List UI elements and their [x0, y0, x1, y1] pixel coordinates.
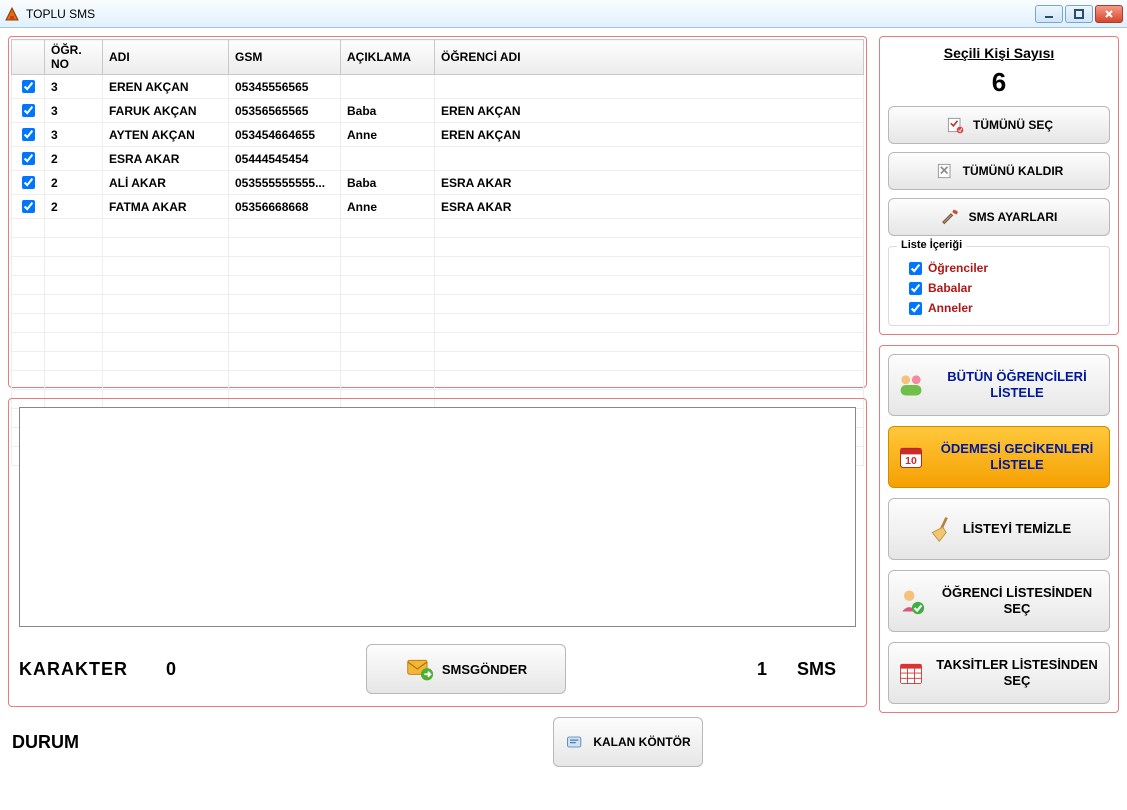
deselect-all-icon: [935, 161, 955, 181]
sms-settings-label: SMS AYARLARI: [969, 210, 1058, 224]
selected-count-value: 6: [888, 67, 1110, 98]
close-button[interactable]: [1095, 5, 1123, 23]
students-checkbox-row[interactable]: Öğrenciler: [909, 261, 1099, 275]
list-late-payments-button[interactable]: 10 ÖDEMESİ GECİKENLERİ LİSTELE: [888, 426, 1110, 488]
calendar-late-icon: 10: [897, 443, 925, 471]
clear-list-button[interactable]: LİSTEYİ TEMİZLE: [888, 498, 1110, 560]
credit-icon: [565, 732, 585, 752]
fathers-checkbox-row[interactable]: Babalar: [909, 281, 1099, 295]
sms-settings-button[interactable]: SMS AYARLARI: [888, 198, 1110, 236]
row-checkbox[interactable]: [22, 104, 35, 117]
select-from-installments-label: TAKSİTLER LİSTESİNDEN SEÇ: [933, 657, 1101, 688]
list-content-legend: Liste İçeriği: [897, 239, 966, 251]
select-from-installments-button[interactable]: TAKSİTLER LİSTESİNDEN SEÇ: [888, 642, 1110, 704]
row-checkbox[interactable]: [22, 200, 35, 213]
table-row[interactable]: 3AYTEN AKÇAN053454664655AnneEREN AKÇAN: [12, 123, 864, 147]
fathers-checkbox[interactable]: [909, 282, 922, 295]
row-checkbox[interactable]: [22, 80, 35, 93]
student-ok-icon: [897, 587, 925, 615]
col-header[interactable]: ÖĞR. NO: [45, 40, 103, 75]
broom-icon: [927, 515, 955, 543]
grid-panel: ÖĞR. NOADIGSMAÇIKLAMAÖĞRENCİ ADI 3EREN A…: [8, 36, 867, 388]
clear-list-label: LİSTEYİ TEMİZLE: [963, 521, 1071, 537]
mothers-checkbox-row[interactable]: Anneler: [909, 301, 1099, 315]
remaining-credit-button[interactable]: KALAN KÖNTÖR: [553, 717, 703, 767]
table-row[interactable]: 2FATMA AKAR05356668668AnneESRA AKAR: [12, 195, 864, 219]
send-sms-button[interactable]: SMSGÖNDER: [366, 644, 566, 694]
col-header[interactable]: AÇIKLAMA: [341, 40, 435, 75]
table-row[interactable]: 3EREN AKÇAN05345556565: [12, 75, 864, 99]
col-header[interactable]: ÖĞRENCİ ADI: [435, 40, 864, 75]
list-late-payments-label: ÖDEMESİ GECİKENLERİ LİSTELE: [933, 441, 1101, 472]
students-checkbox[interactable]: [909, 262, 922, 275]
mothers-checkbox[interactable]: [909, 302, 922, 315]
select-all-icon: [945, 115, 965, 135]
minimize-button[interactable]: [1035, 5, 1063, 23]
table-row[interactable]: 2ALİ AKAR053555555555...BabaESRA AKAR: [12, 171, 864, 195]
selected-count-title: Seçili Kişi Sayısı: [888, 45, 1110, 61]
message-textarea[interactable]: [19, 407, 856, 627]
envelope-send-icon: [406, 655, 434, 683]
table-row[interactable]: 3FARUK AKÇAN05356565565BabaEREN AKÇAN: [12, 99, 864, 123]
table-row[interactable]: 2ESRA AKAR05444545454: [12, 147, 864, 171]
select-from-students-button[interactable]: ÖĞRENCİ LİSTESİNDEN SEÇ: [888, 570, 1110, 632]
people-icon: [897, 371, 925, 399]
select-all-button[interactable]: TÜMÜNÜ SEÇ: [888, 106, 1110, 144]
status-label: DURUM: [12, 732, 79, 753]
row-checkbox[interactable]: [22, 176, 35, 189]
list-all-students-button[interactable]: BÜTÜN ÖĞRENCİLERİ LİSTELE: [888, 354, 1110, 416]
char-count: 0: [166, 659, 176, 680]
deselect-all-label: TÜMÜNÜ KALDIR: [963, 164, 1064, 178]
calendar-grid-icon: [897, 659, 925, 687]
list-content-group: Liste İçeriği Öğrenciler Babalar Anneler: [888, 246, 1110, 326]
tools-icon: [941, 207, 961, 227]
row-checkbox[interactable]: [22, 128, 35, 141]
window-title: TOPLU SMS: [26, 7, 1035, 21]
message-panel: KARAKTER 0 SMSGÖNDER 1 SMS: [8, 398, 867, 707]
col-header[interactable]: ADI: [103, 40, 229, 75]
col-header[interactable]: GSM: [229, 40, 341, 75]
right-bottom-panel: BÜTÜN ÖĞRENCİLERİ LİSTELE 10 ÖDEMESİ GEC…: [879, 345, 1119, 713]
sms-count: 1: [757, 659, 767, 680]
row-checkbox[interactable]: [22, 152, 35, 165]
maximize-button[interactable]: [1065, 5, 1093, 23]
send-sms-label: SMSGÖNDER: [442, 662, 527, 677]
sms-label: SMS: [797, 659, 836, 680]
select-all-label: TÜMÜNÜ SEÇ: [973, 118, 1053, 132]
remaining-credit-label: KALAN KÖNTÖR: [593, 735, 690, 749]
svg-text:10: 10: [905, 455, 917, 467]
app-icon: [4, 6, 20, 22]
deselect-all-button[interactable]: TÜMÜNÜ KALDIR: [888, 152, 1110, 190]
select-from-students-label: ÖĞRENCİ LİSTESİNDEN SEÇ: [933, 585, 1101, 616]
right-top-panel: Seçili Kişi Sayısı 6 TÜMÜNÜ SEÇ TÜMÜNÜ K…: [879, 36, 1119, 335]
list-all-students-label: BÜTÜN ÖĞRENCİLERİ LİSTELE: [933, 369, 1101, 400]
titlebar: TOPLU SMS: [0, 0, 1127, 28]
char-label: KARAKTER: [19, 659, 128, 680]
